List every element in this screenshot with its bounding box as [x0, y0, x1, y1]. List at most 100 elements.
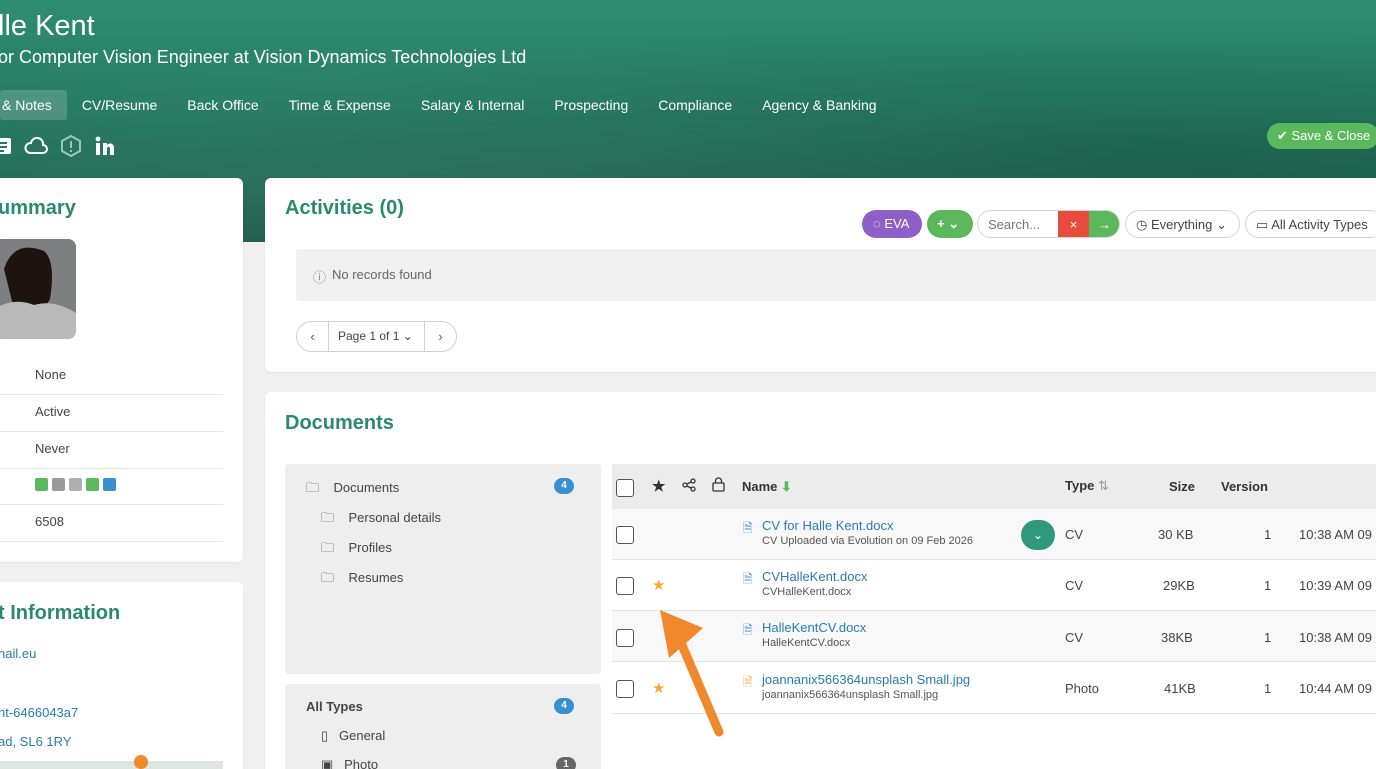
map-pin-icon	[134, 755, 148, 769]
tab-prospecting[interactable]: Prospecting	[539, 90, 643, 120]
folder-count-badge: 4	[554, 478, 574, 494]
sort-down-icon: ⬇	[781, 479, 792, 494]
type-general[interactable]: ▯ General	[321, 728, 385, 744]
id-card-icon[interactable]	[0, 136, 12, 156]
folder-profiles[interactable]: 🗀 Profiles	[321, 539, 392, 561]
share-column-icon[interactable]	[682, 478, 696, 495]
candidate-name: lle Kent	[0, 10, 95, 42]
document-subtitle: CV Uploaded via Evolution on 09 Feb 2026	[762, 535, 973, 547]
activity-type-dropdown[interactable]: ▭ All Activity Types	[1245, 210, 1376, 238]
summary-row: 6508	[0, 505, 223, 542]
document-name-link[interactable]: CVHalleKent.docx	[762, 569, 868, 584]
search-input[interactable]: Search...	[988, 217, 1040, 232]
document-subtitle: joannanix566364unsplash Small.jpg	[762, 689, 939, 701]
document-size: 38KB	[1161, 630, 1193, 645]
document-type: CV	[1065, 527, 1084, 542]
clock-icon: ◷	[1136, 217, 1151, 232]
word-doc-icon: 🗎	[743, 572, 753, 586]
page-selector[interactable]: Page 1 of 1 ⌄	[338, 329, 413, 343]
document-size: 41KB	[1164, 681, 1196, 696]
folder-resumes[interactable]: 🗀 Resumes	[321, 569, 403, 591]
next-page-button[interactable]: ›	[424, 322, 456, 351]
word-doc-icon: 🗎	[743, 521, 753, 535]
folder-icon: 🗀	[321, 540, 335, 555]
document-name-link[interactable]: joannanix566364unsplash Small.jpg	[762, 672, 970, 687]
row-checkbox[interactable]	[616, 680, 634, 698]
document-name-link[interactable]: CV for Halle Kent.docx	[762, 518, 894, 533]
tab-time-expense[interactable]: Time & Expense	[274, 90, 406, 120]
document-icon[interactable]	[35, 478, 48, 491]
folder-icon: 🗀	[321, 570, 335, 585]
document-type: CV	[1065, 630, 1084, 645]
row-checkbox[interactable]	[616, 629, 634, 647]
documents-title: Documents	[285, 412, 394, 434]
tab-compliance[interactable]: Compliance	[643, 90, 747, 120]
document-version: 1	[1264, 527, 1272, 542]
tab-cv-resume[interactable]: CV/Resume	[67, 90, 172, 120]
record-tabs: & Notes CV/Resume Back Office Time & Exp…	[0, 90, 892, 120]
list-icon: ▭	[1256, 217, 1272, 232]
lock-column-icon[interactable]	[712, 477, 725, 495]
type-photo[interactable]: ▣ Photo	[321, 757, 378, 769]
folder-personal-details[interactable]: 🗀 Personal details	[321, 509, 441, 531]
summary-row: None	[0, 358, 223, 395]
prev-page-button[interactable]: ‹	[297, 322, 329, 351]
document-subtitle: HalleKentCV.docx	[762, 637, 851, 649]
star-column-icon[interactable]: ★	[652, 477, 665, 495]
email-link[interactable]: nail.eu	[0, 646, 36, 661]
row-checkbox[interactable]	[616, 577, 634, 595]
tab-notes[interactable]: & Notes	[0, 90, 67, 120]
folder-open-icon: 🗀	[306, 480, 320, 495]
summary-row: Never	[0, 432, 223, 469]
activities-pager: ‹ Page 1 of 1 ⌄ ›	[296, 321, 457, 352]
annotation-arrow	[660, 610, 724, 737]
folder-icon: 🗀	[321, 510, 335, 525]
pin-icon[interactable]	[52, 478, 65, 491]
star-icon[interactable]: ★	[652, 576, 665, 594]
document-version: 1	[1264, 630, 1272, 645]
tab-back-office[interactable]: Back Office	[172, 90, 273, 120]
contact-title: t Information	[0, 602, 121, 624]
cloud-icon[interactable]	[24, 136, 48, 156]
time-filter-dropdown[interactable]: ◷ Everything ⌄	[1125, 210, 1240, 238]
run-search-button[interactable]: →	[1089, 211, 1119, 237]
add-activity-button[interactable]: + ⌄	[927, 210, 973, 238]
type-photo-count: 1	[556, 757, 576, 769]
summary-row-icons	[0, 468, 223, 505]
size-column-header[interactable]: Size	[1169, 479, 1195, 494]
type-all[interactable]: All Types	[306, 699, 363, 714]
camera-icon[interactable]	[86, 478, 99, 491]
folder-documents[interactable]: 🗀 Documents	[306, 479, 399, 501]
save-close-button[interactable]: ✔ Save & Close	[1267, 123, 1376, 149]
edit-icon[interactable]	[69, 478, 82, 491]
eva-button[interactable]: ◌ EVA	[862, 210, 922, 238]
document-type: CV	[1065, 578, 1084, 593]
image-file-icon: 🗎	[743, 675, 753, 689]
type-column-header[interactable]: Type ⇅	[1065, 478, 1109, 494]
type-count-badge: 4	[554, 698, 574, 714]
warning-icon[interactable]	[60, 135, 82, 157]
chevron-down-icon: ⌄	[1212, 217, 1227, 232]
name-column-header[interactable]: Name ⬇	[742, 479, 792, 495]
info-icon: ⓘ	[313, 270, 327, 285]
word-doc-icon: 🗎	[743, 623, 753, 637]
tab-salary-internal[interactable]: Salary & Internal	[406, 90, 540, 120]
address-link[interactable]: ad, SL6 1RY	[0, 734, 71, 749]
table-row[interactable]: 🗎 CV for Halle Kent.docx CV Uploaded via…	[612, 509, 1376, 560]
select-all-checkbox[interactable]	[616, 479, 634, 497]
empty-state: ⓘ No records found	[296, 249, 1376, 301]
document-size: 29KB	[1163, 578, 1195, 593]
document-name-link[interactable]: HalleKentCV.docx	[762, 620, 866, 635]
candidate-avatar	[0, 239, 76, 339]
clear-search-button[interactable]: ×	[1058, 211, 1089, 237]
reference-link[interactable]: nt-6466043a7	[0, 705, 78, 720]
row-checkbox[interactable]	[616, 526, 634, 544]
graduation-cap-icon[interactable]	[103, 478, 116, 491]
location-map[interactable]	[0, 755, 223, 769]
document-time: 10:44 AM 09	[1299, 681, 1372, 696]
linkedin-icon[interactable]	[94, 135, 116, 157]
version-column-header[interactable]: Version	[1221, 479, 1268, 494]
row-actions-dropdown[interactable]: ⌄	[1021, 520, 1055, 550]
tab-agency-banking[interactable]: Agency & Banking	[747, 90, 891, 120]
empty-state-text: No records found	[332, 267, 432, 282]
